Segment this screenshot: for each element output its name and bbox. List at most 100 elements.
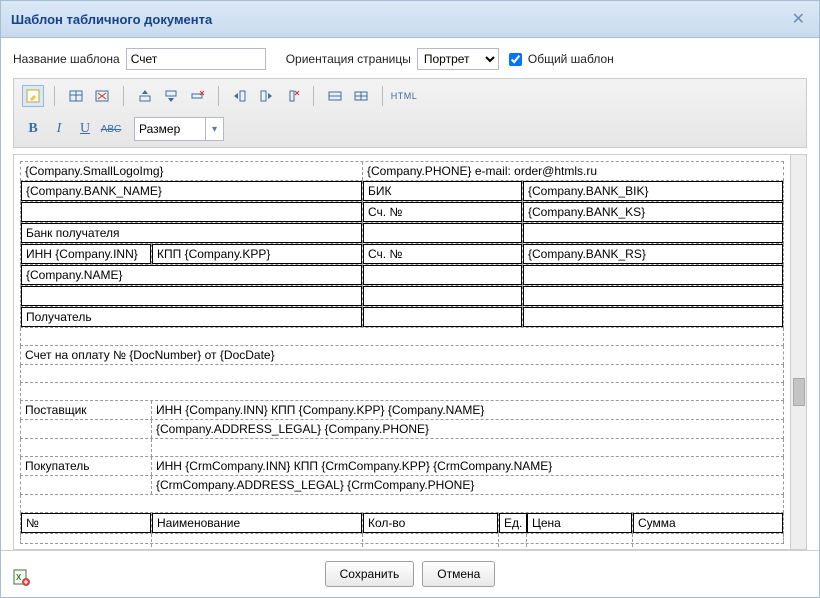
template-name-label: Название шаблона: [13, 52, 120, 66]
insert-table-icon[interactable]: [65, 85, 87, 107]
shared-label: Общий шаблон: [528, 52, 614, 66]
th-price[interactable]: Цена: [528, 514, 632, 533]
bold-button[interactable]: B: [22, 118, 44, 140]
shared-checkbox[interactable]: [509, 53, 522, 66]
insert-row-after-icon[interactable]: [160, 85, 182, 107]
cell[interactable]: [363, 265, 523, 285]
cell[interactable]: Счет на оплату № {DocNumber} от {DocDate…: [21, 346, 783, 364]
svg-text:X: X: [16, 573, 22, 582]
underline-button[interactable]: U: [74, 118, 96, 140]
template-name-input[interactable]: [126, 48, 266, 70]
dialog-footer: X Сохранить Отмена: [1, 550, 819, 597]
th-name[interactable]: Наименование: [153, 514, 362, 533]
delete-col-icon[interactable]: [281, 85, 303, 107]
cell[interactable]: [363, 307, 523, 327]
cell[interactable]: БИК: [363, 181, 523, 201]
cell[interactable]: [523, 265, 783, 285]
cell[interactable]: [21, 286, 363, 306]
save-button[interactable]: Сохранить: [325, 561, 415, 587]
italic-button[interactable]: I: [48, 118, 70, 140]
insert-col-after-icon[interactable]: [255, 85, 277, 107]
cell[interactable]: {Company.BANK_KS}: [523, 202, 783, 222]
cell[interactable]: Сч. №: [363, 202, 523, 222]
cell[interactable]: {Company.BANK_KS}: [524, 203, 783, 222]
cell[interactable]: [21, 476, 152, 494]
cell[interactable]: ИНН {Company.INN} КПП {Company.KPP} {Com…: [152, 401, 783, 419]
cell[interactable]: ИНН {CrmCompany.INN} КПП {CrmCompany.KPP…: [152, 457, 783, 475]
chevron-down-icon[interactable]: ▾: [205, 118, 223, 140]
orientation-label: Ориентация страницы: [286, 52, 411, 66]
cell[interactable]: [21, 328, 783, 346]
dialog-body: Название шаблона Ориентация страницы Пор…: [1, 38, 819, 550]
th-num[interactable]: №: [22, 514, 151, 533]
cell[interactable]: {Company.BANK_RS}: [523, 244, 783, 264]
cell[interactable]: [21, 202, 363, 222]
cell[interactable]: Получатель: [21, 307, 363, 327]
cell[interactable]: Банк получателя: [21, 223, 363, 243]
outer-scrollbar[interactable]: [790, 155, 806, 549]
cell[interactable]: Сч. №: [364, 203, 522, 222]
toolbar-row-1: HTML: [22, 85, 798, 107]
cell[interactable]: ИНН {Company.INN}: [22, 245, 151, 264]
cell[interactable]: {Company.NAME}: [21, 265, 363, 285]
orientation-select[interactable]: Портрет: [417, 48, 499, 70]
split-cells-icon[interactable]: [350, 85, 372, 107]
strikethrough-button[interactable]: ABC: [100, 118, 122, 140]
font-size-select[interactable]: ▾: [134, 117, 224, 141]
cell[interactable]: {Company.ADDRESS_LEGAL} {Company.PHONE}: [152, 420, 783, 438]
delete-table-icon[interactable]: [91, 85, 113, 107]
cell[interactable]: [363, 223, 523, 243]
document-editor[interactable]: {Company.SmallLogoImg} {Company.PHONE} e…: [14, 155, 790, 549]
cell[interactable]: БИК: [364, 182, 522, 201]
cell[interactable]: Получатель: [22, 308, 362, 327]
cell[interactable]: {Company.BANK_NAME}: [22, 182, 362, 201]
th-sum[interactable]: Сумма: [634, 514, 783, 533]
cell[interactable]: {Company.BANK_BIK}: [524, 182, 783, 201]
cell[interactable]: КПП {Company.KPP}: [152, 244, 363, 264]
html-source-button[interactable]: HTML: [393, 85, 415, 107]
editor-toolbar: HTML B I U ABC ▾: [13, 78, 807, 148]
insert-col-before-icon[interactable]: [229, 85, 251, 107]
cell[interactable]: Поставщик: [21, 401, 152, 419]
cell[interactable]: {Company.PHONE} e-mail: order@htmls.ru: [363, 162, 783, 180]
form-row: Название шаблона Ориентация страницы Пор…: [13, 48, 807, 70]
cell[interactable]: [21, 495, 783, 513]
excel-export-icon[interactable]: X: [13, 569, 31, 587]
cell[interactable]: [21, 383, 783, 401]
cancel-button[interactable]: Отмена: [422, 561, 495, 587]
cell[interactable]: Сч. №: [364, 245, 522, 264]
dialog-title: Шаблон табличного документа: [11, 12, 212, 27]
close-icon[interactable]: ✕: [788, 9, 809, 29]
dialog: Шаблон табличного документа ✕ Название ш…: [0, 0, 820, 598]
editor-area: {Company.SmallLogoImg} {Company.PHONE} e…: [13, 154, 807, 550]
th-qty[interactable]: Кол-во: [364, 514, 498, 533]
toolbar-row-2: B I U ABC ▾: [22, 117, 798, 141]
titlebar: Шаблон табличного документа ✕: [1, 1, 819, 38]
cell[interactable]: [523, 307, 783, 327]
cell[interactable]: КПП {Company.KPP}: [153, 245, 362, 264]
cell[interactable]: Сч. №: [363, 244, 523, 264]
cell[interactable]: {Company.BANK_NAME}: [21, 181, 363, 201]
cell[interactable]: {Company.BANK_RS}: [524, 245, 783, 264]
cell[interactable]: Банк получателя: [22, 224, 362, 243]
edit-mode-icon[interactable]: [22, 85, 44, 107]
cell[interactable]: [152, 439, 783, 457]
font-size-input[interactable]: [135, 119, 205, 139]
cell[interactable]: [21, 439, 152, 457]
cell[interactable]: [523, 223, 783, 243]
scrollbar-thumb[interactable]: [793, 378, 805, 406]
cell[interactable]: {Company.BANK_BIK}: [523, 181, 783, 201]
cell[interactable]: ИНН {Company.INN}: [21, 244, 152, 264]
cell[interactable]: [21, 420, 152, 438]
cell[interactable]: [21, 365, 783, 383]
cell[interactable]: {CrmCompany.ADDRESS_LEGAL} {CrmCompany.P…: [152, 476, 783, 494]
merge-cells-icon[interactable]: [324, 85, 346, 107]
cell[interactable]: {Company.SmallLogoImg}: [21, 162, 363, 180]
cell[interactable]: [523, 286, 783, 306]
cell[interactable]: Покупатель: [21, 457, 152, 475]
cell[interactable]: [363, 286, 523, 306]
delete-row-icon[interactable]: [186, 85, 208, 107]
insert-row-before-icon[interactable]: [134, 85, 156, 107]
cell[interactable]: {Company.NAME}: [22, 266, 362, 285]
th-unit[interactable]: Ед.: [500, 514, 527, 533]
